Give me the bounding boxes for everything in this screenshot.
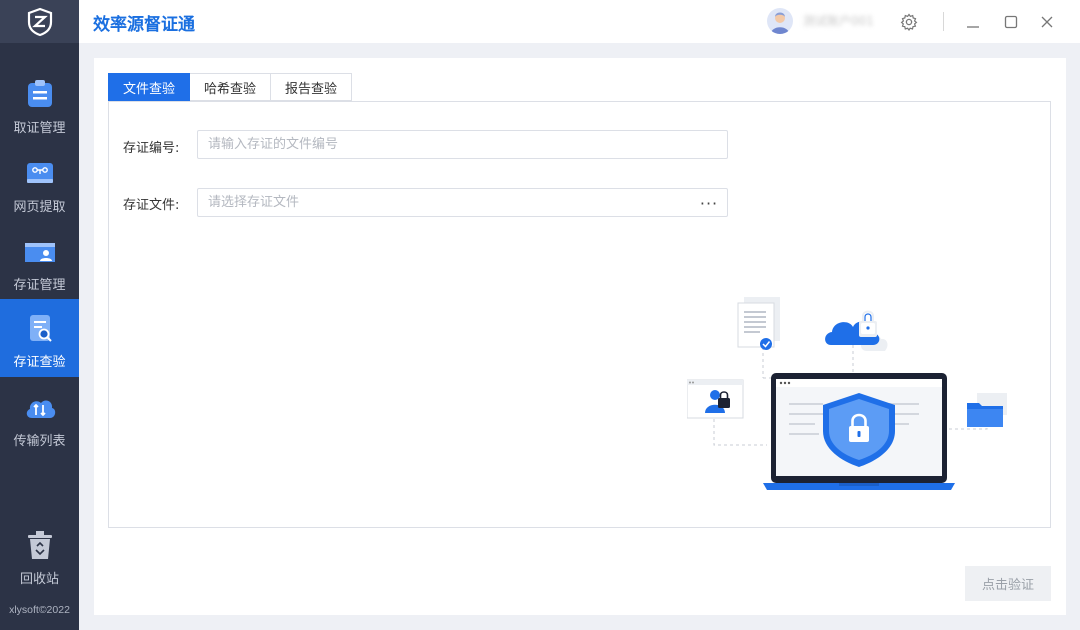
avatar[interactable] — [767, 8, 793, 34]
minimize-button[interactable] — [962, 11, 984, 33]
verify-tabs: 文件查验 哈希查验 报告查验 — [108, 73, 353, 101]
folder-user-icon — [23, 234, 57, 268]
cloud-transfer-icon — [23, 390, 57, 424]
tab-hash-verify[interactable]: 哈希查验 — [190, 73, 272, 101]
tab-file-verify[interactable]: 文件查验 — [108, 73, 191, 101]
evidence-file-label: 存证文件: — [123, 198, 180, 213]
sidebar-item-label: 传输列表 — [13, 434, 66, 449]
evidence-id-label: 存证编号: — [123, 141, 180, 156]
close-icon — [1041, 16, 1053, 28]
settings-button[interactable] — [898, 11, 920, 33]
verify-button[interactable]: 点击验证 — [965, 566, 1051, 601]
sidebar-item-label: 存证管理 — [13, 278, 66, 293]
evidence-file-input[interactable] — [197, 188, 728, 217]
maximize-button[interactable] — [1000, 11, 1022, 33]
sidebar-item-web-extract[interactable]: 网页提取 — [0, 144, 79, 222]
sidebar-item-label: 取证管理 — [13, 121, 66, 136]
username[interactable]: 测试账户001 — [803, 12, 874, 29]
sidebar-item-label: 网页提取 — [13, 200, 66, 215]
evidence-collect-icon — [23, 77, 57, 111]
user-avatar-icon — [771, 12, 789, 34]
doc-search-icon — [23, 311, 57, 345]
evidence-id-input[interactable] — [197, 130, 728, 159]
copyright-text: xlysoft©2022 — [9, 604, 70, 616]
main-panel: 文件查验 哈希查验 报告查验 存证编号: 存证文件: ··· — [94, 58, 1066, 615]
app-logo — [0, 0, 79, 43]
sidebar: 取证管理 网页提取 存证管理 存证查验 传输列表 回收站 xlysoft©202… — [0, 0, 79, 630]
gear-icon — [900, 13, 918, 31]
trash-icon — [23, 528, 57, 562]
sidebar-item-evidence-collect[interactable]: 取证管理 — [0, 65, 79, 143]
app-title: 效率源督证通 — [93, 15, 195, 35]
security-illustration — [687, 297, 1007, 490]
browse-file-button[interactable]: ··· — [694, 191, 724, 215]
cloud-lock-icon — [825, 310, 888, 351]
close-button[interactable] — [1036, 11, 1058, 33]
sidebar-item-transfer-list[interactable]: 传输列表 — [0, 378, 79, 456]
folder-icon — [967, 393, 1007, 427]
web-extract-icon — [23, 156, 57, 190]
document-icon — [737, 297, 780, 350]
maximize-icon — [1004, 15, 1018, 29]
title-bar: 效率源督证通 测试账户001 — [79, 0, 1080, 43]
titlebar-divider — [943, 12, 944, 31]
sidebar-item-recycle-bin[interactable]: 回收站 — [0, 516, 79, 594]
tab-report-verify[interactable]: 报告查验 — [271, 73, 353, 101]
sidebar-item-evidence-manage[interactable]: 存证管理 — [0, 222, 79, 300]
sidebar-item-label: 存证查验 — [13, 355, 66, 370]
minimize-icon — [967, 26, 979, 28]
shield-logo-icon — [27, 7, 52, 36]
user-lock-icon — [687, 379, 744, 419]
sidebar-item-evidence-verify[interactable]: 存证查验 — [0, 299, 79, 377]
sidebar-item-label: 回收站 — [19, 572, 59, 587]
